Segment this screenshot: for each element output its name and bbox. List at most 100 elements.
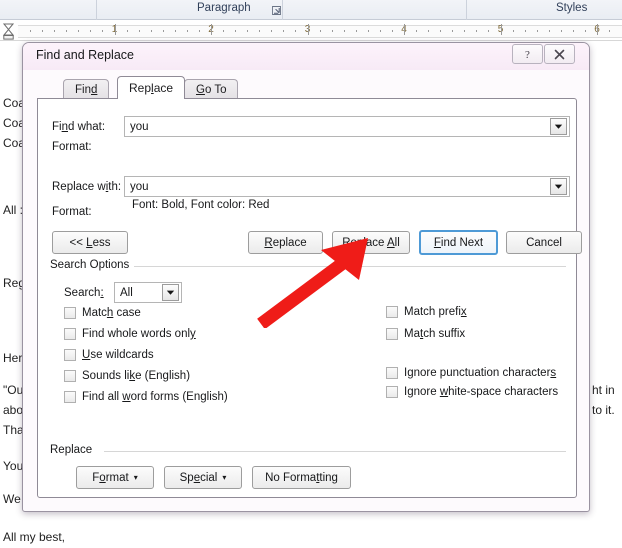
checkbox-box-icon[interactable] bbox=[64, 307, 76, 319]
replace-all-button[interactable]: Replace All bbox=[332, 231, 410, 254]
ruler-minor-tick bbox=[127, 30, 128, 32]
checkbox-box-icon[interactable] bbox=[386, 306, 398, 318]
ruler-minor-tick bbox=[356, 30, 357, 32]
document-text-line: abo bbox=[3, 403, 24, 417]
document-text-line: All : bbox=[3, 203, 24, 217]
ribbon-group-styles-label: Styles bbox=[556, 2, 588, 14]
tab-replace-label: Replace bbox=[129, 81, 174, 95]
ruler-minor-tick bbox=[139, 30, 140, 32]
ruler-minor-tick bbox=[561, 30, 562, 32]
less-button[interactable]: << Less bbox=[52, 231, 128, 254]
ruler-minor-tick bbox=[271, 30, 272, 32]
document-text-line: Tha bbox=[3, 423, 24, 437]
replace-format-label: Format: bbox=[52, 206, 92, 218]
checkbox-label: Match suffix bbox=[404, 328, 466, 340]
replace-with-input[interactable]: you bbox=[124, 176, 570, 197]
ruler-minor-tick bbox=[259, 30, 260, 32]
cancel-button[interactable]: Cancel bbox=[506, 231, 582, 254]
checkbox-box-icon[interactable] bbox=[386, 328, 398, 340]
ruler-minor-tick bbox=[368, 30, 369, 32]
chevron-down-icon[interactable] bbox=[550, 178, 567, 195]
checkbox-left-2[interactable]: Use wildcards bbox=[64, 349, 154, 361]
checkbox-left-1[interactable]: Find whole words only bbox=[64, 328, 196, 340]
find-format-label: Format: bbox=[52, 141, 92, 153]
checkbox-left-4[interactable]: Find all word forms (English) bbox=[64, 391, 228, 403]
checkbox-label: Match prefix bbox=[404, 306, 467, 318]
checkbox-box-icon[interactable] bbox=[64, 370, 76, 382]
ruler-minor-tick bbox=[609, 30, 610, 32]
ruler-minor-tick bbox=[247, 30, 248, 32]
ruler-minor-tick bbox=[573, 30, 574, 32]
special-button[interactable]: Special ▾ bbox=[164, 466, 242, 489]
find-what-input[interactable]: you bbox=[124, 116, 570, 137]
indent-marker-icon[interactable] bbox=[2, 23, 15, 40]
question-mark-icon: ? bbox=[525, 49, 530, 61]
checkbox-label: Find whole words only bbox=[82, 328, 196, 340]
ruler-minor-tick bbox=[380, 30, 381, 32]
chevron-down-icon[interactable] bbox=[550, 118, 567, 135]
tab-goto[interactable]: Go To bbox=[184, 79, 239, 99]
checkbox-right-1[interactable]: Match suffix bbox=[386, 328, 465, 340]
checkbox-right-3[interactable]: Ignore white-space characters bbox=[386, 386, 558, 398]
replace-all-button-label: Replace All bbox=[342, 236, 400, 249]
find-next-button[interactable]: Find Next bbox=[419, 230, 498, 255]
ruler-minor-tick bbox=[66, 30, 67, 32]
ruler-minor-tick bbox=[175, 30, 176, 32]
replace-group-divider bbox=[104, 451, 566, 452]
checkbox-label: Ignore white-space characters bbox=[404, 386, 559, 398]
ruler-minor-tick bbox=[549, 30, 550, 32]
find-what-value[interactable]: you bbox=[125, 121, 550, 133]
checkbox-label: Use wildcards bbox=[82, 349, 154, 361]
dialog-launcher-icon[interactable] bbox=[271, 5, 282, 16]
ribbon-separator bbox=[282, 0, 283, 20]
caret-down-icon: ▾ bbox=[133, 472, 138, 482]
close-button[interactable] bbox=[544, 44, 575, 64]
replace-format-value: Font: Bold, Font color: Red bbox=[132, 199, 270, 211]
checkbox-box-icon[interactable] bbox=[64, 328, 76, 340]
checkbox-box-icon[interactable] bbox=[386, 367, 398, 379]
document-text-line: All my best, bbox=[3, 530, 66, 544]
ribbon-strip: Paragraph Styles bbox=[0, 0, 622, 20]
checkbox-right-2[interactable]: Ignore punctuation characters bbox=[386, 367, 556, 379]
ruler-minor-tick bbox=[78, 30, 79, 32]
ruler-minor-tick bbox=[452, 30, 453, 32]
checkbox-box-icon[interactable] bbox=[386, 386, 398, 398]
tab-replace[interactable]: Replace bbox=[117, 76, 186, 99]
checkbox-box-icon[interactable] bbox=[64, 349, 76, 361]
ruler-minor-tick bbox=[30, 30, 31, 32]
ruler-major-tick bbox=[308, 24, 309, 35]
find-next-button-label: Find Next bbox=[433, 236, 484, 249]
tab-find[interactable]: Find bbox=[63, 79, 110, 99]
replace-with-value[interactable]: you bbox=[125, 181, 550, 193]
ruler-minor-tick bbox=[283, 30, 284, 32]
dialog-title-bar[interactable]: Find and Replace ? bbox=[23, 43, 589, 70]
checkbox-right-0[interactable]: Match prefix bbox=[386, 306, 467, 318]
checkbox-left-3[interactable]: Sounds like (English) bbox=[64, 370, 190, 382]
checkbox-left-0[interactable]: Match case bbox=[64, 307, 141, 319]
checkbox-box-icon[interactable] bbox=[64, 391, 76, 403]
document-text-line: "Ou bbox=[3, 383, 24, 397]
ruler-minor-tick bbox=[295, 30, 296, 32]
replace-button-label: Replace bbox=[264, 236, 307, 249]
help-button[interactable]: ? bbox=[512, 44, 543, 64]
search-options-group-label: Search Options bbox=[50, 259, 135, 271]
ruler-minor-tick bbox=[488, 30, 489, 32]
format-button[interactable]: Format ▾ bbox=[76, 466, 154, 489]
ruler-minor-tick bbox=[223, 30, 224, 32]
ruler-major-tick bbox=[115, 24, 116, 35]
search-scope-dropdown[interactable]: All bbox=[114, 282, 182, 303]
document-text-line: ht in bbox=[592, 383, 615, 397]
ruler-minor-tick bbox=[151, 30, 152, 32]
replace-group-label: Replace bbox=[50, 444, 98, 456]
ruler-minor-tick bbox=[42, 30, 43, 32]
ruler-minor-tick bbox=[332, 30, 333, 32]
cancel-button-label: Cancel bbox=[526, 236, 562, 249]
no-formatting-button[interactable]: No Formatting bbox=[252, 466, 351, 489]
checkbox-label: Find all word forms (English) bbox=[82, 391, 228, 403]
ruler-minor-tick bbox=[54, 30, 55, 32]
replace-button[interactable]: Replace bbox=[248, 231, 323, 254]
horizontal-ruler[interactable]: 123456 bbox=[0, 21, 622, 41]
replace-tab-panel: Find what: you Format: Replace with: you… bbox=[37, 98, 582, 498]
chevron-down-icon[interactable] bbox=[162, 284, 179, 301]
replace-with-label: Replace with: bbox=[52, 181, 122, 193]
